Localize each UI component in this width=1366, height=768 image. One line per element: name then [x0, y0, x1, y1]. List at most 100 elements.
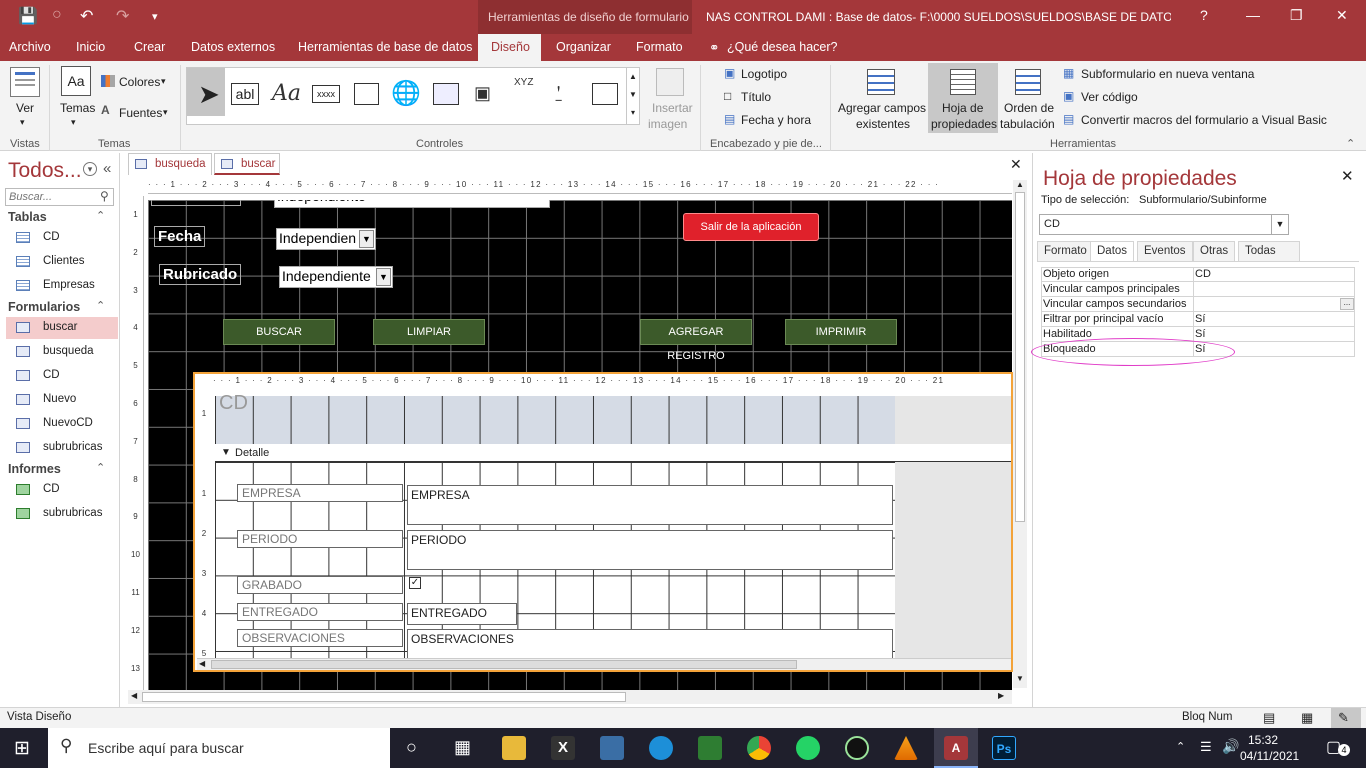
network-icon[interactable]: ☰ — [1200, 739, 1212, 755]
whatsapp-icon[interactable] — [796, 736, 820, 760]
nav-item-table-empresas[interactable]: Empresas — [6, 275, 118, 297]
cursor-icon[interactable]: ➤ — [198, 79, 220, 110]
scroll-down-icon[interactable]: ▼ — [1016, 674, 1024, 683]
save-icon[interactable]: 💾 — [18, 6, 38, 26]
vertical-scrollbar[interactable]: ▲ ▼ — [1013, 180, 1027, 688]
combo-box-tool-icon[interactable] — [592, 83, 618, 105]
grabado-checkbox[interactable]: ✓ — [409, 577, 421, 589]
fonts-button[interactable]: Fuentes — [119, 106, 162, 120]
nav-item-form-cd[interactable]: CD — [6, 365, 118, 387]
tab-eventos[interactable]: Eventos — [1137, 241, 1193, 261]
nav-item-form-busqueda[interactable]: busqueda — [6, 341, 118, 363]
nav-item-report-cd[interactable]: CD — [6, 479, 118, 501]
nav-item-form-buscar[interactable]: buscar — [6, 317, 118, 339]
menu-crear[interactable]: Crear — [134, 40, 165, 54]
fecha-combo[interactable]: Independien ▼ — [276, 228, 376, 250]
volume-icon[interactable]: 🔊 — [1222, 738, 1239, 755]
close-document-icon[interactable]: ✕ — [1010, 156, 1022, 173]
tab-control-icon[interactable] — [354, 83, 379, 105]
close-button[interactable]: ✕ — [1336, 7, 1348, 24]
layout-view-icon[interactable]: ▦ — [1301, 710, 1313, 726]
menu-inicio[interactable]: Inicio — [76, 40, 105, 54]
nav-item-report-subrubricas[interactable]: subrubricas — [6, 503, 118, 525]
tab-otras[interactable]: Otras — [1193, 241, 1236, 261]
property-sheet-icon[interactable] — [950, 69, 976, 95]
excel-chart-icon[interactable] — [698, 736, 722, 760]
minimize-button[interactable]: — — [1246, 7, 1260, 23]
tab-busqueda[interactable]: busqueda — [128, 153, 212, 175]
media-player-icon[interactable] — [845, 736, 869, 760]
colors-dropdown-icon[interactable]: ▾ — [161, 76, 166, 87]
textbox-tool-icon[interactable]: abl — [231, 83, 259, 105]
vlc-icon[interactable] — [894, 736, 918, 760]
restore-button[interactable]: ❐ — [1290, 7, 1303, 24]
limpiar-button[interactable]: LIMPIAR — [373, 319, 485, 345]
scroll-thumb[interactable] — [142, 692, 626, 702]
exit-app-button[interactable]: Salir de la aplicación — [683, 213, 819, 241]
taskbar-search-box[interactable]: ⚲ Escribe aquí para buscar — [48, 728, 390, 768]
clock-time[interactable]: 15:32 — [1248, 733, 1278, 747]
undo-icon[interactable]: ↶ — [80, 6, 93, 26]
object-selector[interactable]: CD ▼ — [1039, 214, 1289, 235]
tab-buscar[interactable]: buscar — [214, 153, 280, 175]
collapse-ribbon-icon[interactable]: ⌃ — [1346, 137, 1355, 150]
design-view-icon[interactable]: ✎ — [1338, 710, 1349, 726]
page-break-icon[interactable]: ⍘ — [552, 81, 565, 107]
tab-order-icon[interactable] — [1015, 69, 1041, 95]
property-sheet-button[interactable]: Hoja de — [942, 101, 983, 115]
nav-collapse-icon[interactable]: « — [103, 160, 111, 177]
logo-button[interactable]: Logotipo — [741, 67, 787, 81]
view-code-button[interactable]: Ver código — [1081, 90, 1138, 104]
hyperlink-tool-icon[interactable]: 🌐 — [391, 79, 421, 108]
menu-herramientas-bd[interactable]: Herramientas de base de datos — [298, 40, 472, 54]
nav-item-form-nuevocd[interactable]: NuevoCD — [6, 413, 118, 435]
access-icon[interactable]: A — [944, 736, 968, 760]
prop-row-vincular-principales[interactable]: Vincular campos principales — [1041, 282, 1355, 297]
web-browser-tool-icon[interactable] — [433, 83, 459, 105]
view-icon[interactable] — [10, 67, 40, 97]
collapse-section-icon[interactable]: ⌃ — [96, 209, 105, 222]
tab-order-button[interactable]: Orden de — [1004, 101, 1054, 115]
builder-button[interactable]: ... — [1340, 298, 1354, 310]
add-fields-button[interactable]: Agregar campos — [838, 101, 926, 115]
calculator-icon[interactable] — [600, 736, 624, 760]
title-button[interactable]: Título — [741, 90, 771, 104]
windows-start-icon[interactable]: ⊞ — [14, 737, 30, 760]
file-explorer-icon[interactable] — [502, 736, 526, 760]
detail-section-bar[interactable]: ▼ Detalle — [215, 444, 1011, 462]
themes-icon[interactable]: Aa — [61, 66, 91, 96]
agregar-registro-button[interactable]: AGREGAR REGISTRO — [640, 319, 752, 362]
menu-archivo[interactable]: Archivo — [9, 40, 51, 54]
prop-row-vincular-secundarios[interactable]: Vincular campos secundarios ... — [1041, 297, 1355, 312]
option-group-icon[interactable]: XYZ — [514, 77, 533, 88]
scroll-up-icon[interactable]: ▲ — [1016, 180, 1024, 189]
help-button[interactable]: ? — [1200, 7, 1208, 23]
nav-item-table-clientes[interactable]: Clientes — [6, 251, 118, 273]
nav-item-table-cd[interactable]: CD — [6, 227, 118, 249]
horizontal-scrollbar[interactable]: ◀ ▶ — [128, 690, 1012, 704]
view-dropdown-icon[interactable]: ▾ — [20, 117, 25, 128]
tell-me-input[interactable]: ¿Qué desea hacer? — [727, 40, 838, 54]
nav-item-form-subrubricas[interactable]: subrubricas — [6, 437, 118, 459]
fonts-dropdown-icon[interactable]: ▾ — [163, 107, 168, 118]
search-icon[interactable]: ⚲ — [100, 189, 109, 203]
date-time-button[interactable]: Fecha y hora — [741, 113, 811, 127]
menu-formato[interactable]: Formato — [636, 40, 683, 54]
clock-date[interactable]: 04/11/2021 — [1240, 749, 1299, 763]
property-sheet-button-2[interactable]: propiedades — [931, 117, 997, 131]
edge-icon[interactable] — [649, 736, 673, 760]
menu-organizar[interactable]: Organizar — [556, 40, 611, 54]
nav-section-informes[interactable]: Informes — [8, 462, 61, 476]
themes-button[interactable]: Temas — [60, 101, 95, 115]
close-icon[interactable]: ✕ — [1341, 167, 1354, 185]
top-combo[interactable]: Independiente — [274, 200, 550, 208]
chevron-down-icon[interactable]: ▼ — [1271, 215, 1288, 234]
add-fields-button-2[interactable]: existentes — [856, 117, 910, 131]
scroll-left-icon[interactable]: ◀ — [131, 691, 137, 700]
themes-dropdown-icon[interactable]: ▾ — [71, 117, 76, 128]
empresa-field[interactable]: EMPRESA — [407, 485, 893, 525]
menu-datos-externos[interactable]: Datos externos — [191, 40, 275, 54]
xmind-icon[interactable]: X — [551, 736, 575, 760]
convert-macros-button[interactable]: Convertir macros del formulario a Visual… — [1081, 113, 1327, 127]
tab-formato[interactable]: Formato — [1037, 241, 1094, 261]
